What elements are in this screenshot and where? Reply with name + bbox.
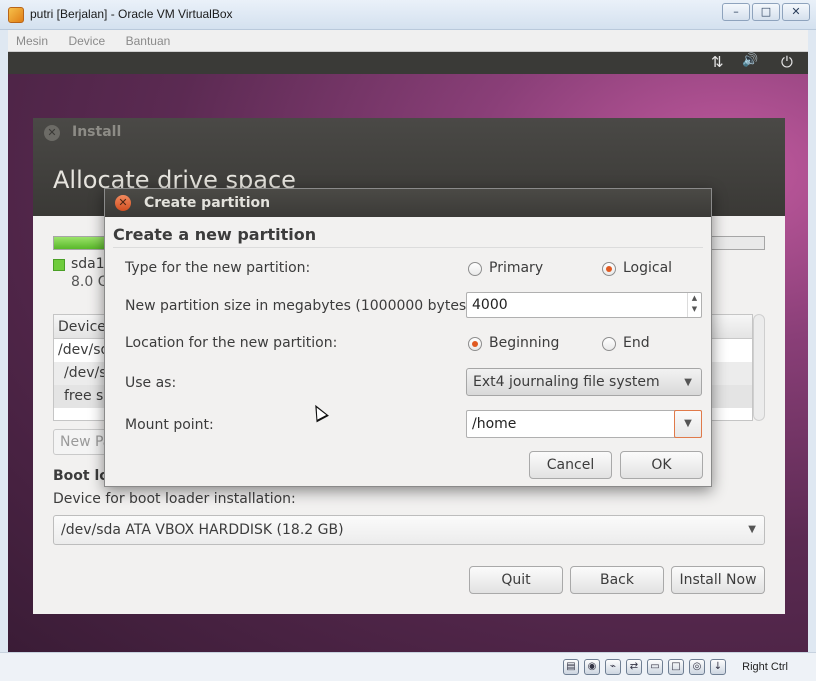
legend-swatch bbox=[53, 259, 65, 271]
partition-size-spinbox[interactable]: 4000 ▲ ▼ bbox=[466, 292, 702, 318]
mount-point-value: /home bbox=[472, 416, 517, 432]
ubuntu-top-panel: ⇅ 🔊 ⏻ bbox=[8, 52, 808, 74]
dialog-title: Create partition bbox=[144, 195, 271, 211]
boot-device-select[interactable]: /dev/sda ATA VBOX HARDDISK (18.2 GB) ▼ bbox=[53, 515, 765, 545]
network-adapter-icon[interactable]: ⇄ bbox=[626, 659, 642, 675]
dialog-titlebar: ✕ Create partition bbox=[105, 189, 711, 217]
partition-type-label: Type for the new partition: bbox=[125, 260, 311, 276]
chevron-down-icon: ▼ bbox=[684, 377, 692, 388]
legend-partition-name: sda1 bbox=[71, 256, 105, 272]
status-icons: ▤ ◉ ⌁ ⇄ ▭ □ ◎ ↓ bbox=[558, 659, 726, 675]
usb-icon[interactable]: ⌁ bbox=[605, 659, 621, 675]
network-icon[interactable]: ⇅ bbox=[711, 53, 724, 71]
use-as-select[interactable]: Ext4 journaling file system ▼ bbox=[466, 368, 702, 396]
volume-icon[interactable]: 🔊 bbox=[742, 53, 758, 68]
guest-screen: ⇅ 🔊 ⏻ ✕ Install Allocate drive space sda… bbox=[8, 52, 808, 652]
boot-device-value: /dev/sda ATA VBOX HARDDISK (18.2 GB) bbox=[61, 522, 344, 538]
minimize-button[interactable]: – bbox=[722, 3, 750, 21]
host-key-icon[interactable]: ↓ bbox=[710, 659, 726, 675]
radio-logical-label[interactable]: Logical bbox=[623, 260, 672, 276]
menu-device[interactable]: Device bbox=[60, 30, 113, 48]
optical-drive-icon[interactable]: ◉ bbox=[584, 659, 600, 675]
mouse-integration-icon[interactable]: ◎ bbox=[689, 659, 705, 675]
radio-primary-label[interactable]: Primary bbox=[489, 260, 543, 276]
ok-button[interactable]: OK bbox=[620, 451, 703, 479]
use-as-label: Use as: bbox=[125, 375, 177, 391]
radio-primary[interactable] bbox=[468, 262, 482, 276]
chevron-down-icon: ▼ bbox=[748, 524, 756, 535]
back-button[interactable]: Back bbox=[570, 566, 664, 594]
power-icon[interactable]: ⏻ bbox=[781, 53, 793, 71]
radio-end[interactable] bbox=[602, 337, 616, 351]
close-button[interactable]: ✕ bbox=[782, 3, 810, 21]
divider bbox=[113, 247, 703, 248]
radio-logical[interactable] bbox=[602, 262, 616, 276]
mount-point-combo[interactable]: /home ▼ bbox=[466, 410, 702, 438]
install-now-button[interactable]: Install Now bbox=[671, 566, 765, 594]
dialog-close-icon[interactable]: ✕ bbox=[115, 195, 131, 211]
menu-mesin[interactable]: Mesin bbox=[8, 30, 56, 48]
maximize-button[interactable]: □ bbox=[752, 3, 780, 21]
spin-arrows-icon[interactable]: ▲ ▼ bbox=[687, 293, 701, 317]
boot-device-label: Device for boot loader installation: bbox=[53, 491, 296, 507]
create-partition-dialog: ✕ Create partition Create a new partitio… bbox=[104, 188, 712, 487]
quit-button[interactable]: Quit bbox=[469, 566, 563, 594]
radio-beginning[interactable] bbox=[468, 337, 482, 351]
vbox-menubar: Mesin Device Bantuan bbox=[8, 30, 808, 52]
dialog-heading: Create a new partition bbox=[113, 225, 317, 244]
shared-folder-icon[interactable]: ▭ bbox=[647, 659, 663, 675]
table-scrollbar[interactable] bbox=[753, 314, 765, 421]
vbox-titlebar: putri [Berjalan] - Oracle VM VirtualBox … bbox=[0, 0, 816, 30]
radio-end-label[interactable]: End bbox=[623, 335, 650, 351]
harddisk-icon[interactable]: ▤ bbox=[563, 659, 579, 675]
boot-loader-heading: Boot lo bbox=[53, 468, 109, 484]
use-as-value: Ext4 journaling file system bbox=[473, 374, 660, 390]
window-controls: – □ ✕ bbox=[720, 3, 810, 21]
cancel-button[interactable]: Cancel bbox=[529, 451, 612, 479]
vbox-statusbar: ▤ ◉ ⌁ ⇄ ▭ □ ◎ ↓ Right Ctrl bbox=[0, 652, 816, 681]
legend-partition-size: 8.0 G bbox=[71, 274, 109, 290]
display-icon[interactable]: □ bbox=[668, 659, 684, 675]
chevron-down-icon[interactable]: ▼ bbox=[674, 410, 702, 438]
location-label: Location for the new partition: bbox=[125, 335, 338, 351]
mount-point-label: Mount point: bbox=[125, 417, 214, 433]
menu-bantuan[interactable]: Bantuan bbox=[118, 30, 179, 48]
partition-size-label: New partition size in megabytes (1000000… bbox=[125, 298, 477, 314]
installer-title: Install bbox=[72, 124, 122, 140]
window-title: putri [Berjalan] - Oracle VM VirtualBox bbox=[30, 7, 233, 21]
virtualbox-app-icon bbox=[8, 7, 24, 23]
host-key-label: Right Ctrl bbox=[742, 661, 788, 673]
partition-size-value: 4000 bbox=[472, 297, 508, 313]
installer-close-icon[interactable]: ✕ bbox=[44, 125, 60, 141]
radio-beginning-label[interactable]: Beginning bbox=[489, 335, 559, 351]
